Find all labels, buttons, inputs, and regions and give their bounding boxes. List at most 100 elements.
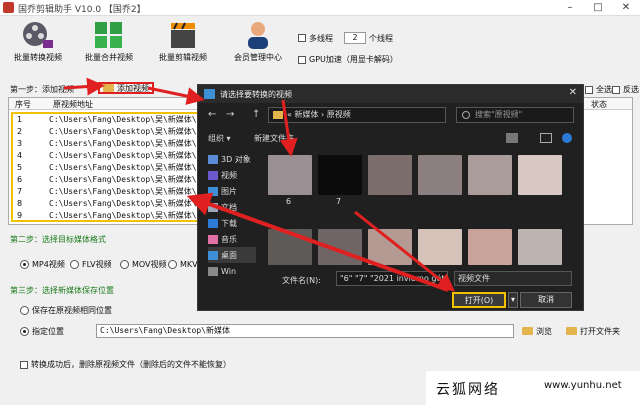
- dialog-title-bar: 请选择要转换的视频 ✕: [198, 85, 583, 103]
- organize-menu[interactable]: 组织 ▾: [208, 133, 231, 144]
- minimize-button[interactable]: –: [556, 0, 584, 16]
- step1-label: 第一步：添加视频: [10, 85, 74, 94]
- nav-item-label: 图片: [221, 186, 237, 196]
- save-custom-radio-dot[interactable]: [20, 327, 29, 336]
- invert-box[interactable]: [612, 85, 620, 94]
- maximize-button[interactable]: □: [584, 0, 612, 16]
- close-button[interactable]: ✕: [612, 0, 640, 16]
- watermark: 云狐网络 www.yunhu.net: [426, 371, 640, 405]
- nav-item-label: Win: [221, 266, 237, 276]
- video-thumbnail[interactable]: [518, 155, 562, 195]
- add-video-button[interactable]: 添加视频: [98, 82, 154, 94]
- nav-item[interactable]: 文档: [208, 199, 256, 215]
- video-thumbnail[interactable]: [468, 155, 512, 195]
- col-index-header: 序号: [15, 100, 31, 109]
- breadcrumb-original-video[interactable]: 原视频: [327, 110, 351, 119]
- format-radio-dot[interactable]: [20, 260, 29, 269]
- clapperboard-icon: [171, 22, 195, 48]
- batch-convert-button[interactable]: 批量转换视频: [6, 20, 70, 66]
- view-options-icon[interactable]: [506, 133, 518, 143]
- video-thumbnail[interactable]: [368, 155, 412, 195]
- col-status-header: 状态: [591, 100, 607, 109]
- open-folder-button[interactable]: 打开文件夹: [566, 324, 620, 338]
- save-same-radio[interactable]: 保存在原视频相同位置: [20, 305, 112, 316]
- nav-item[interactable]: 下载: [208, 215, 256, 231]
- up-arrow-icon[interactable]: ↑: [252, 109, 260, 120]
- format-radio-dot[interactable]: [120, 260, 129, 269]
- multithread-label: 多线程: [309, 33, 333, 43]
- batch-edit-label: 批量剪辑视频: [159, 53, 207, 62]
- open-folder-label: 打开文件夹: [580, 326, 620, 336]
- format-label: FLV视频: [82, 260, 112, 269]
- nav-item-label: 桌面: [221, 250, 237, 260]
- thumbnail-label: 6: [286, 197, 292, 206]
- video-thumbnail[interactable]: [268, 155, 312, 195]
- nav-item[interactable]: 桌面: [208, 247, 256, 263]
- member-center-button[interactable]: 会员管理中心: [226, 20, 290, 66]
- video-thumbnail[interactable]: [318, 155, 362, 195]
- batch-convert-label: 批量转换视频: [14, 53, 62, 62]
- nav-item[interactable]: 音乐: [208, 231, 256, 247]
- format-radio[interactable]: MP4视频: [20, 259, 65, 270]
- filename-label: 文件名(N):: [282, 276, 321, 285]
- save-path-input[interactable]: C:\Users\Fang\Desktop\新媒体: [96, 324, 514, 338]
- add-video-icon: [103, 84, 114, 92]
- cancel-button[interactable]: 取消: [520, 292, 572, 308]
- video-thumbnail[interactable]: [418, 155, 462, 195]
- video-thumbnail[interactable]: [418, 229, 462, 265]
- select-all-checkbox[interactable]: 全选: [585, 84, 612, 95]
- back-arrow-icon[interactable]: ←: [208, 109, 216, 120]
- open-button[interactable]: 打开(O): [452, 292, 506, 308]
- preview-pane-icon[interactable]: [540, 133, 552, 143]
- video-thumbnail[interactable]: [518, 229, 562, 265]
- filename-input[interactable]: "6" "7" "2021 invierno gótico fa: [336, 271, 448, 286]
- video-thumbnail[interactable]: [268, 229, 312, 265]
- help-icon[interactable]: [562, 133, 572, 143]
- breadcrumb-new-media[interactable]: 新媒体: [294, 110, 318, 119]
- delete-source-checkbox[interactable]: 转换成功后，删除原视频文件（删除后的文件不能恢复）: [20, 359, 231, 370]
- downloads-icon: [208, 218, 218, 228]
- format-radio[interactable]: FLV视频: [70, 259, 112, 270]
- format-radio-dot[interactable]: [168, 260, 177, 269]
- gpu-label: GPU加速（用显卡解码）: [309, 55, 398, 64]
- multithread-checkbox[interactable]: 多线程 2 个线程: [298, 32, 393, 44]
- select-all-box[interactable]: [585, 85, 593, 94]
- gpu-checkbox[interactable]: GPU加速（用显卡解码）: [298, 54, 398, 65]
- nav-item[interactable]: 3D 对象: [208, 151, 256, 167]
- app-logo-icon: [3, 2, 14, 13]
- save-same-radio-dot[interactable]: [20, 306, 29, 315]
- dialog-close-button[interactable]: ✕: [569, 87, 577, 98]
- delete-source-box[interactable]: [20, 360, 28, 369]
- filetype-select[interactable]: 视频文件: [454, 271, 572, 286]
- search-input[interactable]: 搜索"原视频": [456, 107, 574, 123]
- title-bar: 国乔剪辑助手 V10.0 【国乔2】 – □ ✕: [0, 0, 640, 16]
- address-bar[interactable]: « 新媒体 › 原视频: [268, 107, 446, 123]
- format-radio[interactable]: MOV视频: [120, 259, 167, 270]
- batch-merge-button[interactable]: 批量合并视频: [77, 20, 141, 66]
- nav-item[interactable]: 图片: [208, 183, 256, 199]
- member-center-label: 会员管理中心: [234, 53, 282, 62]
- format-label: MP4视频: [32, 260, 65, 269]
- video-thumbnail[interactable]: [318, 229, 362, 265]
- forward-arrow-icon[interactable]: →: [226, 109, 234, 120]
- watermark-text: 云狐网络: [436, 382, 500, 398]
- gpu-box[interactable]: [298, 55, 306, 64]
- new-folder-button[interactable]: 新建文件夹: [254, 133, 294, 144]
- video-thumbnail[interactable]: [468, 229, 512, 265]
- add-video-label: 添加视频: [117, 83, 149, 93]
- open-dropdown-button[interactable]: ▾: [508, 292, 518, 308]
- video-thumbnail[interactable]: [368, 229, 412, 265]
- dialog-app-icon: [204, 89, 215, 99]
- browse-button[interactable]: 浏览: [522, 324, 552, 338]
- save-custom-radio[interactable]: 指定位置: [20, 326, 64, 337]
- nav-item[interactable]: Win: [208, 263, 256, 279]
- format-radio-dot[interactable]: [70, 260, 79, 269]
- invert-checkbox[interactable]: 反选: [612, 84, 639, 95]
- invert-label: 反选: [623, 85, 639, 94]
- multithread-box[interactable]: [298, 34, 306, 42]
- batch-edit-button[interactable]: 批量剪辑视频: [151, 20, 215, 66]
- thread-count-input[interactable]: 2: [344, 32, 366, 44]
- open-folder-icon: [566, 327, 577, 335]
- save-same-label: 保存在原视频相同位置: [32, 306, 112, 315]
- nav-item[interactable]: 视频: [208, 167, 256, 183]
